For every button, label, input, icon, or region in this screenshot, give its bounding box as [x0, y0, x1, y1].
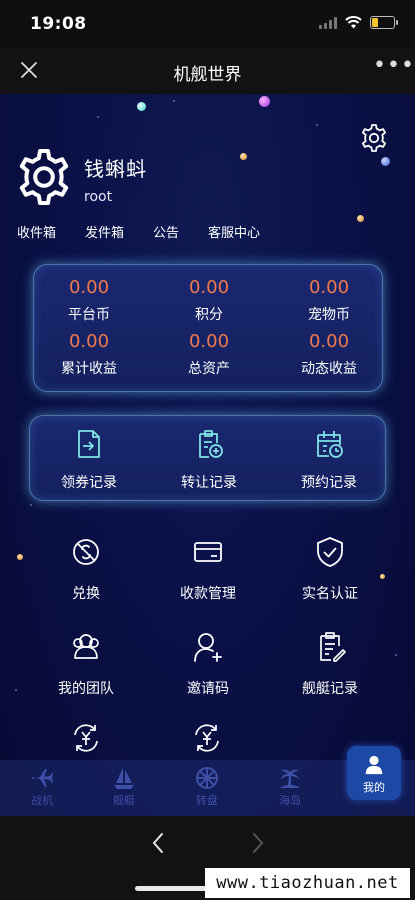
planet-decoration — [17, 554, 23, 560]
wheel-icon — [196, 767, 218, 789]
forward-arrow-icon[interactable] — [250, 832, 266, 854]
tab-label: 转盘 — [196, 794, 218, 807]
menu-label: 我的团队 — [58, 681, 114, 697]
tab-label: 舰艇 — [113, 794, 135, 807]
inbox-link[interactable]: 收件箱 — [17, 222, 56, 241]
asset-pet-coin[interactable]: 0.00 宠物币 — [274, 277, 384, 324]
asset-dynamic-earnings[interactable]: 0.00 动态收益 — [274, 331, 384, 378]
customer-service-link[interactable]: 客服中心 — [208, 222, 260, 241]
outbox-link[interactable]: 发件箱 — [85, 222, 124, 241]
reservation-record-icon — [317, 431, 343, 458]
payment-management-button[interactable]: 收款管理 — [148, 535, 268, 603]
star-dot — [15, 689, 17, 691]
more-icon[interactable]: ••• — [373, 55, 414, 82]
status-bar: 19:08 — [0, 0, 415, 48]
planet-decoration — [357, 215, 364, 222]
asset-label: 累计收益 — [61, 361, 117, 377]
star-dot — [316, 124, 318, 126]
user-icon — [365, 755, 383, 775]
records-card: 领券记录 转让记录 预约记录 — [29, 415, 386, 501]
back-arrow-icon[interactable] — [150, 832, 166, 854]
menu-label: 收款管理 — [180, 586, 236, 602]
signal-icon — [319, 16, 337, 29]
record-label: 预约记录 — [301, 475, 357, 491]
record-label: 转让记录 — [181, 475, 237, 491]
avatar-gear-icon[interactable] — [14, 147, 74, 207]
tab-fighter[interactable]: 战机 — [12, 766, 72, 808]
menu-label: 舰艇记录 — [302, 681, 358, 697]
main-content: 钱蝌蚪 root 收件箱 发件箱 公告 客服中心 0.00 平台币 0.00 积… — [0, 94, 415, 816]
planet-decoration — [137, 102, 146, 111]
status-icons — [319, 16, 398, 29]
team-icon — [73, 634, 99, 659]
planet-decoration — [381, 157, 390, 166]
tab-label: 我的 — [363, 781, 385, 794]
ship-record-button[interactable]: 舰艇记录 — [270, 630, 390, 698]
assets-card: 0.00 平台币 0.00 积分 0.00 宠物币 0.00 累计收益 0.00… — [33, 264, 383, 392]
asset-label: 总资产 — [188, 361, 230, 377]
browser-bottom-bar: www.tiaozhuan.net — [0, 816, 415, 900]
asset-total-assets[interactable]: 0.00 总资产 — [154, 331, 264, 378]
my-team-button[interactable]: 我的团队 — [26, 630, 146, 698]
asset-points[interactable]: 0.00 积分 — [154, 277, 264, 324]
quick-links: 收件箱 发件箱 公告 客服中心 — [17, 222, 260, 241]
clipboard-edit-icon — [320, 632, 346, 662]
asset-total-earnings[interactable]: 0.00 累计收益 — [34, 331, 144, 378]
page-title: 机舰世界 — [173, 65, 242, 85]
asset-label: 动态收益 — [301, 361, 357, 377]
star-dot — [97, 116, 99, 118]
asset-label: 宠物币 — [308, 307, 350, 323]
star-dot — [395, 654, 397, 656]
asset-value: 0.00 — [68, 277, 110, 298]
palm-island-icon — [280, 769, 300, 788]
add-user-icon — [194, 633, 222, 662]
transfer-record-icon — [199, 430, 223, 458]
planet-decoration — [259, 96, 270, 107]
yuan-cycle-icon[interactable] — [190, 721, 224, 755]
transfer-record-button[interactable]: 转让记录 — [154, 428, 264, 492]
star-dot — [173, 100, 175, 102]
menu-label: 实名认证 — [302, 586, 358, 602]
voucher-record-button[interactable]: 领券记录 — [34, 428, 144, 492]
exchange-button[interactable]: 兑换 — [26, 535, 146, 603]
asset-label: 平台币 — [68, 307, 110, 323]
user-id: root — [84, 189, 113, 205]
asset-platform-coin[interactable]: 0.00 平台币 — [34, 277, 144, 324]
reservation-record-button[interactable]: 预约记录 — [274, 428, 384, 492]
tab-island[interactable]: 海岛 — [260, 766, 320, 808]
plane-icon — [32, 769, 53, 787]
invite-code-button[interactable]: 邀请码 — [148, 630, 268, 698]
tab-wheel[interactable]: 转盘 — [177, 766, 237, 808]
tab-mine[interactable]: 我的 — [347, 746, 401, 800]
nav-bar: 机舰世界 ••• — [0, 48, 415, 94]
asset-value: 0.00 — [308, 277, 350, 298]
star-dot — [30, 504, 32, 506]
tab-label: 海岛 — [279, 794, 301, 807]
yuan-cycle-icon[interactable] — [69, 721, 103, 755]
asset-value: 0.00 — [308, 331, 350, 352]
menu-label: 兑换 — [72, 586, 100, 602]
tab-ship[interactable]: 舰艇 — [94, 766, 154, 808]
asset-value: 0.00 — [188, 277, 230, 298]
card-icon — [194, 542, 222, 562]
voucher-record-icon — [78, 430, 100, 458]
shield-check-icon — [317, 537, 343, 567]
sailboat-icon — [114, 768, 134, 789]
tab-label: 战机 — [31, 794, 53, 807]
wifi-icon — [345, 16, 362, 29]
planet-decoration — [240, 153, 247, 160]
gear-icon[interactable] — [359, 123, 389, 153]
menu-label: 邀请码 — [187, 681, 229, 697]
asset-label: 积分 — [195, 307, 223, 323]
record-label: 领券记录 — [61, 475, 117, 491]
asset-value: 0.00 — [68, 331, 110, 352]
announcement-link[interactable]: 公告 — [153, 222, 179, 241]
exchange-icon — [73, 539, 99, 565]
asset-value: 0.00 — [188, 331, 230, 352]
battery-icon — [370, 16, 398, 29]
real-name-auth-button[interactable]: 实名认证 — [270, 535, 390, 603]
username: 钱蝌蚪 — [84, 157, 147, 181]
watermark: www.tiaozhuan.net — [205, 868, 410, 898]
status-time: 19:08 — [30, 14, 87, 34]
